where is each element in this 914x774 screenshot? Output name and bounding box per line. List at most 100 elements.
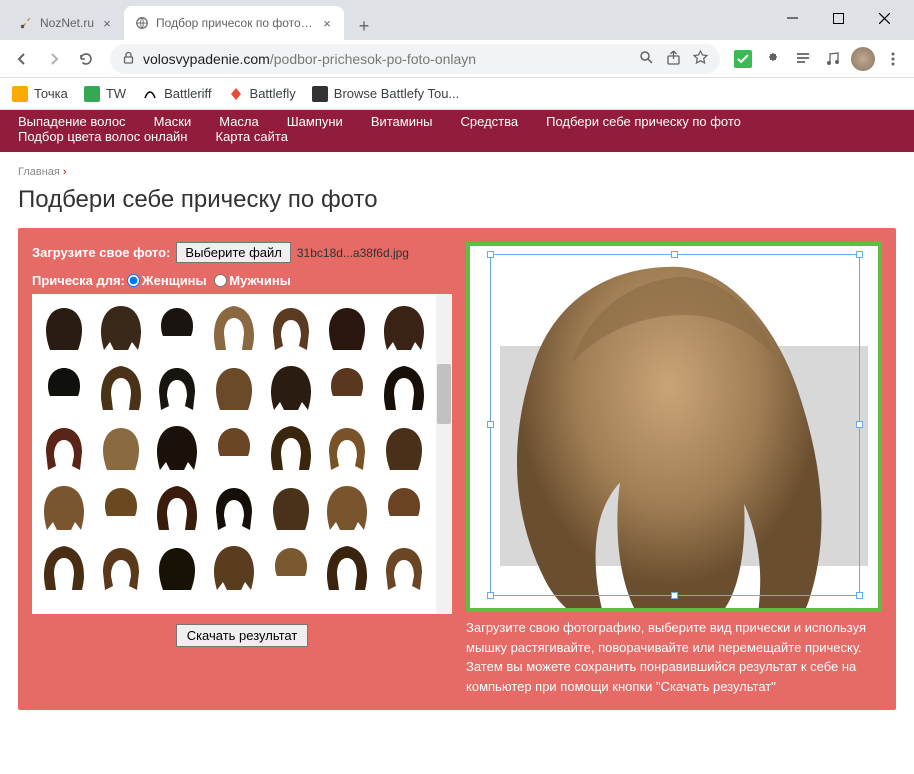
hairstyle-thumbnail[interactable] bbox=[321, 360, 374, 416]
hairstyle-thumbnail[interactable] bbox=[264, 480, 317, 536]
tab-active[interactable]: Подбор причесок по фото онла × bbox=[124, 6, 344, 40]
download-button[interactable]: Скачать результат bbox=[176, 624, 309, 647]
lock-icon bbox=[122, 51, 135, 67]
breadcrumb: Главная› bbox=[18, 166, 896, 178]
hairstyle-thumbnail[interactable] bbox=[151, 480, 204, 536]
hairstyle-thumbnail[interactable] bbox=[208, 300, 261, 356]
forward-button[interactable] bbox=[40, 45, 68, 73]
nav-link[interactable]: Средства bbox=[461, 114, 519, 129]
bookmark-item[interactable]: TW bbox=[84, 86, 126, 102]
hairstyle-thumbnail[interactable] bbox=[38, 480, 91, 536]
hairstyle-thumbnail[interactable] bbox=[38, 360, 91, 416]
address-bar[interactable]: volosvypadenie.com/podbor-prichesok-po-f… bbox=[110, 44, 720, 74]
page-title: Подбери себе прическу по фото bbox=[18, 186, 896, 214]
selection-box[interactable] bbox=[490, 254, 860, 596]
reading-list-icon[interactable] bbox=[790, 46, 816, 72]
gender-men-radio[interactable] bbox=[214, 274, 227, 287]
url-domain: volosvypadenie.com bbox=[143, 51, 270, 67]
gender-label: Прическа для: bbox=[32, 273, 125, 288]
url-path: /podbor-prichesok-po-foto-onlayn bbox=[270, 51, 476, 67]
bookmark-item[interactable]: Точка bbox=[12, 86, 68, 102]
wrench-icon bbox=[18, 15, 34, 31]
hairstyle-thumbnail[interactable] bbox=[38, 420, 91, 476]
gender-row: Прическа для: Женщины Мужчины bbox=[32, 273, 452, 288]
hairstyle-thumbnail[interactable] bbox=[38, 540, 91, 596]
nav-link[interactable]: Подбери себе прическу по фото bbox=[546, 114, 741, 129]
tab-inactive[interactable]: NozNet.ru × bbox=[8, 6, 124, 40]
nav-link[interactable]: Подбор цвета волос онлайн bbox=[18, 129, 188, 144]
minimize-button[interactable] bbox=[778, 4, 806, 32]
tab-title: Подбор причесок по фото онла bbox=[156, 16, 314, 30]
menu-icon[interactable] bbox=[880, 46, 906, 72]
hairstyle-thumbnail[interactable] bbox=[151, 420, 204, 476]
hairstyle-thumbnail[interactable] bbox=[377, 300, 430, 356]
bookmarks-bar: Точка TW Battleriff Battlefly Browse Bat… bbox=[0, 78, 914, 110]
share-icon[interactable] bbox=[666, 50, 681, 68]
hairstyle-thumbnail[interactable] bbox=[321, 300, 374, 356]
extension-puzzle-icon[interactable] bbox=[760, 46, 786, 72]
hairstyle-thumbnail[interactable] bbox=[208, 480, 261, 536]
hairstyle-thumbnail[interactable] bbox=[208, 360, 261, 416]
bookmark-item[interactable]: Battleriff bbox=[142, 86, 211, 102]
reload-button[interactable] bbox=[72, 45, 100, 73]
preview-canvas[interactable] bbox=[466, 242, 882, 612]
close-window-button[interactable] bbox=[870, 4, 898, 32]
bookmark-item[interactable]: Battlefly bbox=[228, 86, 296, 102]
upload-row: Загрузите свое фото: Выберите файл 31bc1… bbox=[32, 242, 452, 263]
hairstyle-thumbnail[interactable] bbox=[208, 540, 261, 596]
hairstyle-thumbnail[interactable] bbox=[377, 480, 430, 536]
hairstyle-thumbnail[interactable] bbox=[377, 420, 430, 476]
hairstyle-thumbnail[interactable] bbox=[208, 420, 261, 476]
scrollbar[interactable] bbox=[436, 294, 452, 614]
browser-titlebar: NozNet.ru × Подбор причесок по фото онла… bbox=[0, 0, 914, 40]
nav-link[interactable]: Маски bbox=[154, 114, 192, 129]
hairstyle-thumbnail[interactable] bbox=[377, 540, 430, 596]
hairstyle-thumbnail[interactable] bbox=[151, 300, 204, 356]
hairstyle-thumbnail[interactable] bbox=[264, 420, 317, 476]
star-icon[interactable] bbox=[693, 50, 708, 68]
tab-title: NozNet.ru bbox=[40, 16, 94, 30]
hairstyle-thumbnail[interactable] bbox=[321, 480, 374, 536]
hairstyle-thumbnail[interactable] bbox=[38, 300, 91, 356]
bookmark-item[interactable]: Browse Battlefy Tou... bbox=[312, 86, 460, 102]
nav-link[interactable]: Карта сайта bbox=[216, 129, 288, 144]
hairstyle-thumbnail[interactable] bbox=[95, 360, 148, 416]
site-navigation: Выпадение волос Маски Масла Шампуни Вита… bbox=[0, 110, 914, 152]
hairstyle-thumbnail[interactable] bbox=[151, 540, 204, 596]
search-icon[interactable] bbox=[639, 50, 654, 68]
choose-file-button[interactable]: Выберите файл bbox=[176, 242, 290, 263]
hairstyle-editor: Загрузите свое фото: Выберите файл 31bc1… bbox=[18, 228, 896, 710]
hairstyle-thumbnail[interactable] bbox=[264, 540, 317, 596]
close-icon[interactable]: × bbox=[320, 16, 334, 30]
hairstyle-thumbnail[interactable] bbox=[321, 540, 374, 596]
hairstyle-thumbnail[interactable] bbox=[95, 420, 148, 476]
back-button[interactable] bbox=[8, 45, 36, 73]
upload-label: Загрузите свое фото: bbox=[32, 245, 170, 260]
hairstyle-thumbnail[interactable] bbox=[264, 360, 317, 416]
close-icon[interactable]: × bbox=[100, 16, 114, 30]
nav-link[interactable]: Масла bbox=[219, 114, 259, 129]
maximize-button[interactable] bbox=[824, 4, 852, 32]
hairstyle-gallery bbox=[32, 294, 452, 614]
profile-avatar[interactable] bbox=[850, 46, 876, 72]
music-icon[interactable] bbox=[820, 46, 846, 72]
hairstyle-thumbnail[interactable] bbox=[151, 360, 204, 416]
hairstyle-thumbnail[interactable] bbox=[95, 540, 148, 596]
breadcrumb-home[interactable]: Главная bbox=[18, 166, 60, 178]
hairstyle-thumbnail[interactable] bbox=[95, 480, 148, 536]
nav-link[interactable]: Шампуни bbox=[287, 114, 343, 129]
browser-toolbar: volosvypadenie.com/podbor-prichesok-po-f… bbox=[0, 40, 914, 78]
hairstyle-thumbnail[interactable] bbox=[321, 420, 374, 476]
extension-check-icon[interactable] bbox=[730, 46, 756, 72]
new-tab-button[interactable]: + bbox=[350, 12, 378, 40]
gender-women-radio[interactable] bbox=[127, 274, 140, 287]
file-name: 31bc18d...a38f6d.jpg bbox=[297, 246, 409, 260]
nav-link[interactable]: Выпадение волос bbox=[18, 114, 126, 129]
nav-link[interactable]: Витамины bbox=[371, 114, 433, 129]
hairstyle-thumbnail[interactable] bbox=[377, 360, 430, 416]
hairstyle-thumbnail[interactable] bbox=[95, 300, 148, 356]
scrollbar-thumb[interactable] bbox=[437, 364, 451, 424]
hairstyle-thumbnail[interactable] bbox=[264, 300, 317, 356]
instructions-text: Загрузите свою фотографию, выберите вид … bbox=[466, 618, 882, 696]
globe-icon bbox=[134, 15, 150, 31]
